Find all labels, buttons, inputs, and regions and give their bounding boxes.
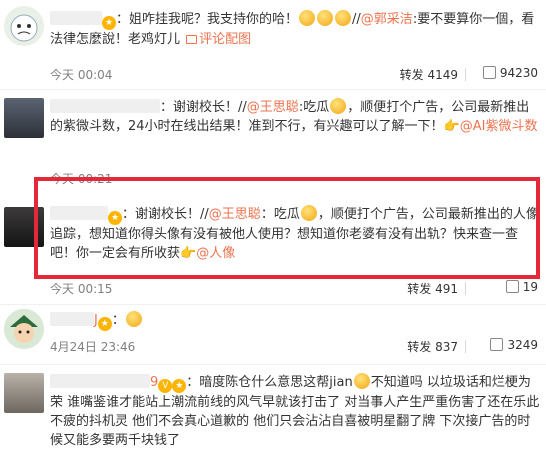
username-blurred[interactable] <box>50 206 108 220</box>
username-blurred[interactable] <box>50 99 160 113</box>
repost-button[interactable]: 转发 491 <box>407 280 458 297</box>
repost-button[interactable]: 转发 837 <box>407 338 458 355</box>
thumb-emoji-icon <box>299 10 316 26</box>
username-blurred[interactable] <box>50 11 102 25</box>
avatar[interactable] <box>4 309 44 349</box>
avatar[interactable] <box>4 98 44 138</box>
comment-text: ★ ：姐咋挂我呢？我支持你的哈！//@郭采洁:要不要算你一個，看法律怎麼說！老鸡灯… <box>50 10 535 47</box>
comment-4: J ★： 4月24日 23:46 转发 837 3249 <box>0 305 546 365</box>
mention-link[interactable]: @王思聪 <box>247 100 299 115</box>
comment-meta: 4月24日 23:46 转发 837 3249 <box>50 338 538 356</box>
thumbs-up-icon <box>505 280 519 293</box>
comment-meta: 今天 00:04 转发 4149 94230 <box>50 66 538 84</box>
divider <box>465 282 466 295</box>
like-button[interactable]: 19 <box>505 280 538 294</box>
username-visible[interactable]: 9 <box>150 375 158 390</box>
thumb-emoji-icon <box>317 10 334 26</box>
avatar[interactable] <box>4 207 44 247</box>
ear-emoji-icon <box>125 311 142 327</box>
timestamp: 今天 00:04 <box>50 68 113 82</box>
comment-text: J ★： <box>50 311 540 331</box>
divider <box>465 68 466 81</box>
comment-text: 9 V ★ ：暗度陈仓什么意思这帮jian 不知道吗 以垃圾话和烂梗为荣 谁嘴鉴谁才能站… <box>50 373 540 448</box>
thumbs-up-icon <box>482 66 496 79</box>
timestamp: 今天 00:15 <box>50 282 113 296</box>
vip-badge-icon: ★ <box>172 379 187 393</box>
eating-melon-emoji-icon <box>330 98 347 114</box>
divider <box>465 340 466 353</box>
comment-3: ★ ：谢谢校长！//@王思聪：吃瓜 ，顺便打个广告，公司最新推出的人像追踪，想知道你… <box>0 185 546 305</box>
avatar[interactable] <box>4 6 44 46</box>
comment-1: ★ ：姐咋挂我呢？我支持你的哈！//@郭采洁:要不要算你一個，看法律怎麼說！老鸡灯… <box>0 0 546 90</box>
comment-picture-link[interactable]: 评论配图 <box>184 32 251 47</box>
comment-text: ★ ：谢谢校长！//@王思聪：吃瓜 ，顺便打个广告，公司最新推出的人像追踪，想知道你… <box>50 205 539 261</box>
comment-meta: 今天 00:15 转发 491 19 <box>50 280 538 298</box>
thumbs-up-icon <box>490 338 504 351</box>
comment-2: ：谢谢校长！//@王思聪:吃瓜 ，顺便打个广告，公司最新推出的紫微斗数，24小时在… <box>0 90 546 186</box>
username-blurred[interactable] <box>50 374 150 388</box>
thumb-emoji-icon <box>335 10 352 26</box>
comment-5: 9 V ★ ：暗度陈仓什么意思这帮jian 不知道吗 以垃圾话和烂梗为荣 谁嘴鉴谁才能站… <box>0 365 546 469</box>
username-blurred[interactable] <box>50 312 94 326</box>
mention-link[interactable]: @郭采洁 <box>361 12 413 27</box>
mention-link[interactable]: 👉@AI紫微斗数 <box>444 119 538 134</box>
repost-button[interactable]: 转发 4149 <box>400 66 458 83</box>
like-button[interactable]: 3249 <box>490 338 538 352</box>
comment-text: ：谢谢校长！//@王思聪:吃瓜 ，顺便打个广告，公司最新推出的紫微斗数，24小时在… <box>50 98 538 134</box>
avatar[interactable] <box>4 373 44 413</box>
vip-badge-icon: V <box>158 379 173 393</box>
eating-melon-emoji-icon <box>300 205 317 221</box>
vip-badge-icon: ★ <box>108 211 122 225</box>
mention-link[interactable]: @王思聪 <box>209 207 261 222</box>
like-button[interactable]: 94230 <box>482 66 538 80</box>
vip-badge-icon: ★ <box>97 317 112 331</box>
comment-body: 姐咋挂我呢？我支持你的哈！ <box>129 12 299 27</box>
monkey-emoji-icon <box>353 373 370 389</box>
picture-icon <box>186 35 198 44</box>
timestamp: 4月24日 23:46 <box>50 340 136 354</box>
mention-link[interactable]: 👉@人像 <box>180 246 235 261</box>
vip-badge-icon: ★ <box>102 16 116 30</box>
